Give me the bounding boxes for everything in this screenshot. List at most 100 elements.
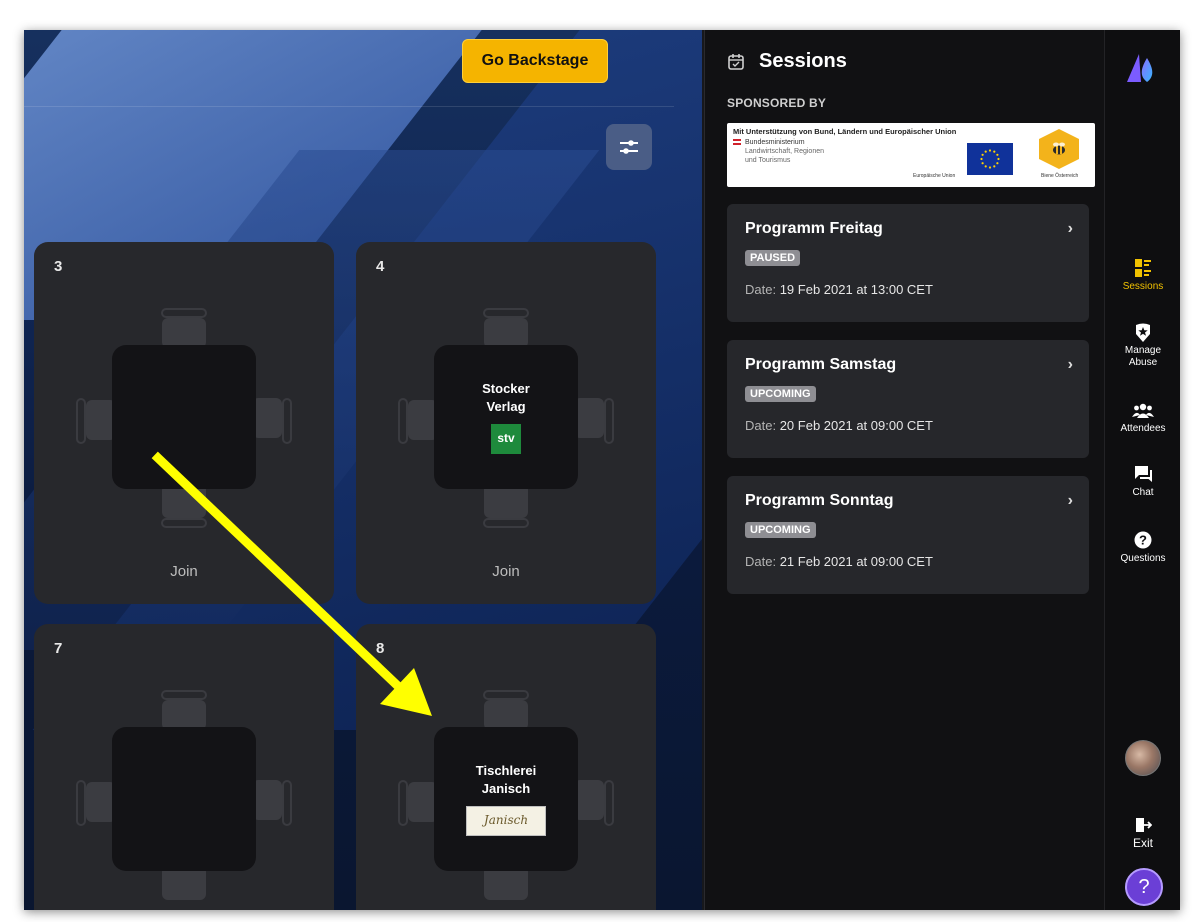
panel-title: Sessions (759, 50, 847, 72)
nav-sessions[interactable]: Sessions (1105, 258, 1180, 293)
session-title: Programm Samstag (745, 356, 897, 373)
panel-header: Sessions (727, 50, 847, 73)
seat (484, 318, 528, 348)
user-avatar[interactable] (1125, 740, 1161, 776)
company-logo: Janisch (466, 805, 546, 836)
exit-button[interactable]: Exit (1105, 816, 1180, 851)
seat (484, 866, 528, 900)
session-date: Date: 21 Feb 2021 at 09:00 CET (745, 554, 933, 569)
exit-icon (1136, 818, 1152, 832)
chevron-right-icon: › (1067, 492, 1073, 509)
join-button[interactable]: Join (356, 563, 656, 580)
sessions-icon (1135, 259, 1151, 277)
nav-label: Chat (1132, 487, 1154, 498)
join-button[interactable]: Join (34, 563, 334, 580)
nav-label: Attendees (1120, 423, 1166, 434)
nav-label: Questions (1120, 553, 1166, 564)
nav-attendees[interactable]: Attendees (1105, 402, 1180, 435)
app-window: Go Backstage 3 Join 4 Stocker Verlag stv… (24, 30, 1180, 910)
seat (162, 700, 206, 730)
session-card-samstag[interactable]: Programm Samstag › UPCOMING Date: 20 Feb… (727, 340, 1089, 458)
table-card-8[interactable]: 8 Tischlerei Janisch Janisch (356, 624, 656, 910)
table-card-7[interactable]: 7 (34, 624, 334, 910)
chevron-right-icon: › (1067, 356, 1073, 373)
company-name-line2: Janisch (481, 781, 531, 796)
ministry-line: Bundesministerium (745, 139, 805, 146)
ministry-line: Landwirtschaft, Regionen (745, 148, 824, 156)
table-number: 7 (54, 640, 63, 657)
ministry-logo: Bundesministerium Landwirtschaft, Region… (745, 138, 824, 165)
sponsor-heading: Mit Unterstützung von Bund, Ländern und … (733, 127, 957, 136)
lounge-stage: Go Backstage 3 Join 4 Stocker Verlag stv… (24, 30, 702, 910)
nav-label: Manage Abuse (1124, 345, 1162, 368)
company-name-line2: Verlag (486, 399, 526, 414)
date-label: Date: (745, 282, 777, 297)
seat (574, 780, 604, 820)
seat (76, 780, 86, 826)
table-number: 8 (376, 640, 385, 657)
table-top (112, 345, 256, 489)
seat (161, 690, 207, 700)
chevron-right-icon: › (1067, 220, 1073, 237)
seat (604, 398, 614, 444)
question-icon: ? (1134, 531, 1152, 549)
table-top: Stocker Verlag stv (434, 345, 578, 489)
sponsored-label: SPONSORED BY (727, 96, 827, 110)
session-date: Date: 19 Feb 2021 at 13:00 CET (745, 282, 933, 297)
status-badge: PAUSED (745, 250, 801, 266)
people-icon (1132, 403, 1154, 418)
session-card-sonntag[interactable]: Programm Sonntag › UPCOMING Date: 21 Feb… (727, 476, 1089, 594)
date-label: Date: (745, 554, 777, 569)
nav-questions[interactable]: ? Questions (1105, 530, 1180, 565)
seat (252, 780, 282, 820)
help-button[interactable]: ? (1125, 868, 1163, 906)
table-number: 4 (376, 258, 385, 275)
calendar-icon (728, 53, 744, 70)
shield-star-icon (1136, 323, 1150, 342)
session-title: Programm Freitag (745, 220, 883, 237)
status-badge: UPCOMING (745, 522, 816, 538)
seat (76, 398, 86, 444)
table-card-3[interactable]: 3 Join (34, 242, 334, 604)
sponsor-banner[interactable]: Mit Unterstützung von Bund, Ländern und … (727, 123, 1095, 187)
bee-label: Biene Österreich (1041, 173, 1079, 179)
seat (398, 780, 408, 826)
seat (161, 308, 207, 318)
seat (604, 780, 614, 826)
date-value: 21 Feb 2021 at 09:00 CET (779, 554, 933, 569)
austria-flag-icon (733, 139, 741, 145)
seat (483, 690, 529, 700)
seat (484, 484, 528, 518)
go-backstage-button[interactable]: Go Backstage (462, 39, 608, 83)
table-card-4[interactable]: 4 Stocker Verlag stv Join (356, 242, 656, 604)
nav-manage-abuse[interactable]: Manage Abuse (1105, 322, 1180, 368)
date-value: 20 Feb 2021 at 09:00 CET (779, 418, 933, 433)
status-badge: UPCOMING (745, 386, 816, 402)
ministry-line: und Tourismus (745, 157, 791, 165)
date-label: Date: (745, 418, 777, 433)
table-number: 3 (54, 258, 63, 275)
filter-settings-button[interactable] (606, 124, 652, 170)
eu-flag-icon (967, 143, 1013, 175)
table-top (112, 727, 256, 871)
date-value: 19 Feb 2021 at 13:00 CET (779, 282, 933, 297)
session-title: Programm Sonntag (745, 492, 894, 509)
seat (398, 398, 408, 444)
exit-label: Exit (1132, 836, 1153, 850)
company-name: Tischlerei (475, 763, 537, 779)
seat (282, 780, 292, 826)
seat (574, 398, 604, 438)
seat (483, 308, 529, 318)
seat (483, 518, 529, 528)
seat (252, 398, 282, 438)
svg-text:?: ? (1139, 533, 1147, 548)
eu-label: Europäische Union (913, 173, 956, 179)
session-card-freitag[interactable]: Programm Freitag › PAUSED Date: 19 Feb 2… (727, 204, 1089, 322)
nav-chat[interactable]: Chat (1105, 464, 1180, 499)
divider (24, 106, 674, 107)
seat (484, 700, 528, 730)
company-logo: stv (491, 423, 521, 454)
seat (282, 398, 292, 444)
nav-label: Sessions (1122, 281, 1164, 292)
company-name: Stocker (482, 381, 530, 397)
